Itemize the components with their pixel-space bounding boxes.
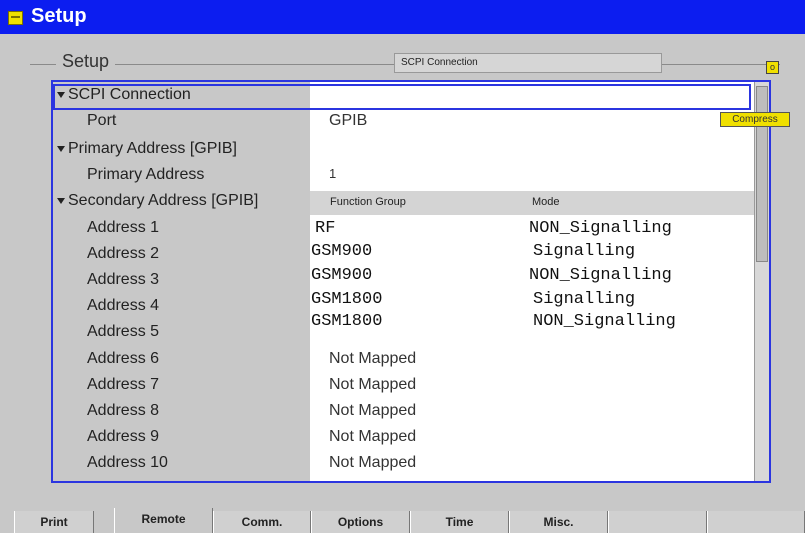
tab-options[interactable]: Options — [311, 511, 410, 533]
tree-column: SCPI Connection Port Primary Address [GP… — [53, 82, 310, 481]
header-mode: Mode — [532, 196, 560, 208]
tab-comm[interactable]: Comm. — [213, 511, 311, 533]
address-6-value[interactable]: Not Mapped — [329, 350, 416, 368]
tree-item-address-6[interactable]: Address 6 — [87, 350, 159, 376]
address-9-value[interactable]: Not Mapped — [329, 428, 416, 446]
tab-misc[interactable]: Misc. — [509, 511, 608, 533]
tab-empty-1[interactable] — [608, 511, 707, 533]
address-5-group[interactable]: GSM1800 — [311, 312, 382, 331]
port-value[interactable]: GPIB — [329, 112, 367, 130]
window-title: Setup — [31, 5, 87, 27]
title-bar: Setup — [0, 0, 805, 34]
tree-item-address-5[interactable]: Address 5 — [87, 323, 159, 349]
address-1-group[interactable]: RF — [315, 219, 335, 238]
address-2-group[interactable]: GSM900 — [311, 242, 372, 261]
address-1-mode[interactable]: NON_Signalling — [529, 219, 672, 238]
tree-item-address-9[interactable]: Address 9 — [87, 428, 159, 454]
address-2-mode[interactable]: Signalling — [533, 242, 635, 261]
square-yellow-icon[interactable]: o — [766, 61, 779, 74]
address-7-value[interactable]: Not Mapped — [329, 376, 416, 394]
tree-item-primary-address[interactable]: Primary Address — [87, 166, 204, 192]
tree-item-address-4[interactable]: Address 4 — [87, 297, 159, 323]
tree-item-address-1[interactable]: Address 1 — [87, 219, 159, 245]
setup-window: Setup Setup SCPI Connection o SCPI Conne… — [0, 0, 805, 533]
tree-item-address-10[interactable]: Address 10 — [87, 454, 168, 480]
setup-window-icon — [8, 11, 23, 25]
header-function-group: Function Group — [330, 196, 406, 208]
tree-item-primary-group[interactable]: Primary Address [GPIB] — [57, 140, 237, 166]
address-3-group[interactable]: GSM900 — [311, 266, 372, 285]
address-4-mode[interactable]: Signalling — [533, 290, 635, 309]
connection-field[interactable]: SCPI Connection — [394, 53, 662, 73]
selected-row-highlight — [53, 84, 751, 110]
tree-item-address-7[interactable]: Address 7 — [87, 376, 159, 402]
address-4-group[interactable]: GSM1800 — [311, 290, 382, 309]
tab-print[interactable]: Print — [14, 511, 94, 533]
triangle-down-icon[interactable] — [57, 197, 65, 204]
tree-item-secondary-group[interactable]: Secondary Address [GPIB] — [57, 192, 258, 218]
address-5-mode[interactable]: NON_Signalling — [533, 312, 676, 331]
primary-address-value[interactable]: 1 — [329, 166, 336, 181]
address-3-mode[interactable]: NON_Signalling — [529, 266, 672, 285]
tree-item-port[interactable]: Port — [87, 112, 116, 138]
vertical-scrollbar[interactable] — [754, 82, 769, 481]
mapping-table-header: Function Group Mode — [310, 191, 754, 215]
tab-empty-2[interactable] — [707, 511, 805, 533]
tab-remote[interactable]: Remote — [114, 508, 213, 533]
tab-time[interactable]: Time — [410, 511, 509, 533]
tab-bar: Print Remote Comm. Options Time Misc. — [14, 508, 805, 533]
tree-item-address-2[interactable]: Address 2 — [87, 245, 159, 271]
setup-panel: SCPI Connection Port Primary Address [GP… — [51, 80, 771, 483]
compress-button[interactable]: Compress — [720, 112, 790, 127]
address-10-value[interactable]: Not Mapped — [329, 454, 416, 472]
tree-item-address-3[interactable]: Address 3 — [87, 271, 159, 297]
triangle-down-icon[interactable] — [57, 145, 65, 152]
tree-item-address-8[interactable]: Address 8 — [87, 402, 159, 428]
frame-label: Setup — [56, 51, 116, 72]
address-8-value[interactable]: Not Mapped — [329, 402, 416, 420]
